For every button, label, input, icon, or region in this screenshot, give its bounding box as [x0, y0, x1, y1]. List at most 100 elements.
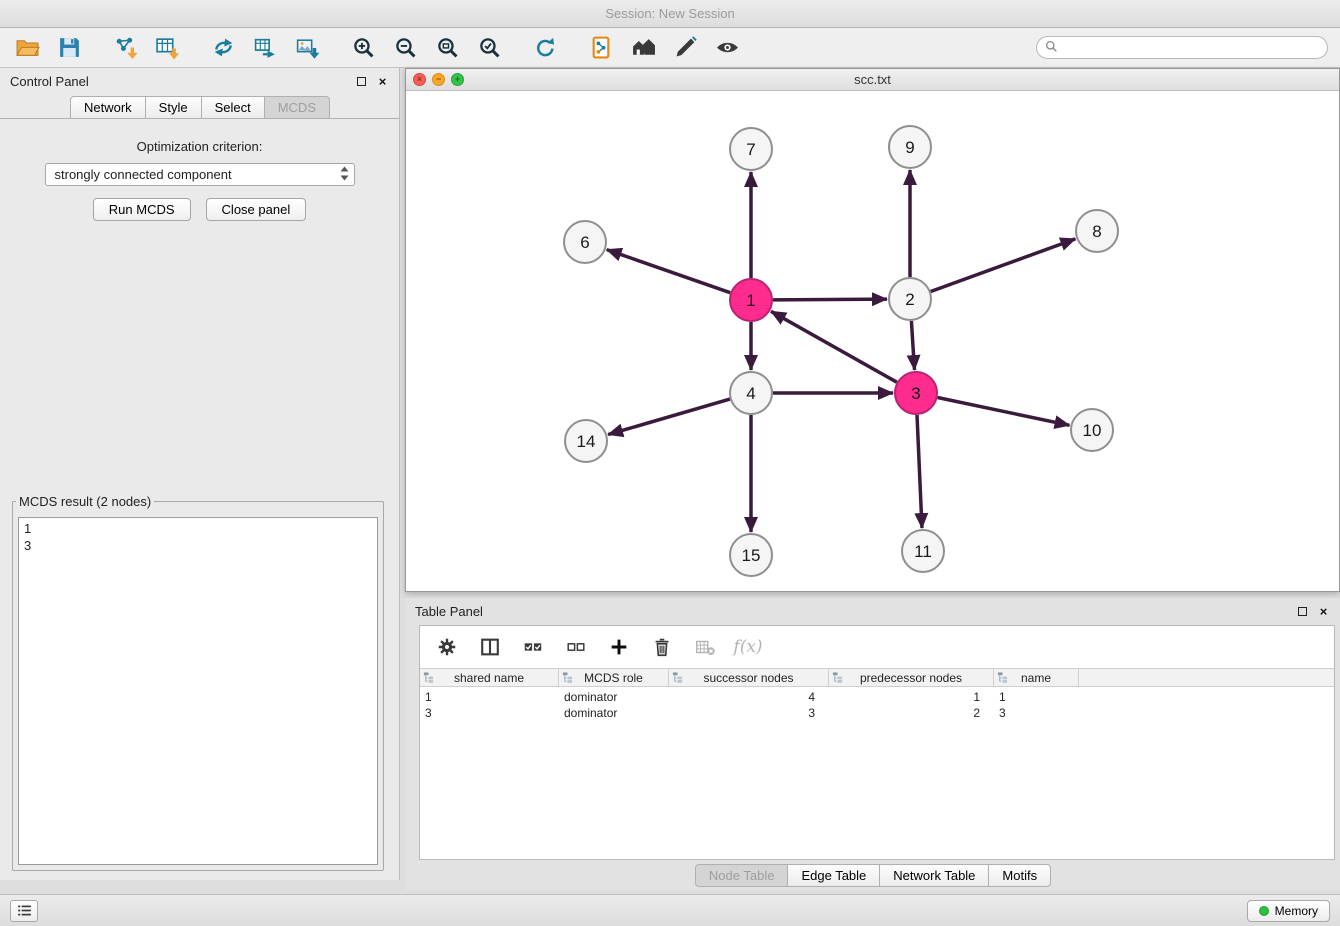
node-table-content: f(x) shared name MCDS rolesuccessor nodes…: [419, 625, 1335, 860]
apply-style-icon[interactable]: [670, 33, 700, 63]
svg-text:15: 15: [742, 546, 761, 565]
main-toolbar: [0, 28, 1340, 68]
node-11[interactable]: 11: [902, 530, 944, 572]
memory-button[interactable]: Memory: [1247, 900, 1330, 922]
node-3[interactable]: 3: [895, 372, 937, 414]
network-view-title: scc.txt: [406, 72, 1339, 87]
float-table-panel-icon[interactable]: [1296, 605, 1309, 618]
zoom-out-icon[interactable]: [390, 33, 420, 63]
select-all-icon[interactable]: [520, 634, 546, 660]
column-tree-icon: [672, 672, 683, 686]
save-session-icon[interactable]: [54, 33, 84, 63]
tab-network[interactable]: Network: [70, 96, 146, 118]
close-table-panel-icon[interactable]: ×: [1317, 605, 1330, 618]
status-bar: Memory: [0, 894, 1340, 926]
delete-row-icon[interactable]: [649, 634, 675, 660]
node-1[interactable]: 1: [730, 279, 772, 321]
column-header-shared-name[interactable]: shared name: [420, 669, 559, 686]
column-header-successor-nodes[interactable]: successor nodes: [669, 669, 829, 686]
deselect-all-icon[interactable]: [563, 634, 589, 660]
network-canvas[interactable]: 7 9 6 8 1 2 4 3 14 10 15 11: [406, 91, 1339, 591]
svg-text:6: 6: [580, 233, 589, 252]
import-network-icon[interactable]: [110, 33, 140, 63]
table-panel-tabs: Node TableEdge TableNetwork TableMotifs: [405, 860, 1340, 890]
column-split-icon[interactable]: [477, 634, 503, 660]
column-tree-icon: [423, 672, 434, 686]
refresh-icon[interactable]: [530, 33, 560, 63]
edge-1-6[interactable]: [607, 250, 731, 293]
table-row[interactable]: 1dominator411: [420, 689, 1334, 705]
table-tab-motifs[interactable]: Motifs: [988, 864, 1051, 887]
search-box[interactable]: [1036, 36, 1328, 59]
import-table-icon[interactable]: [152, 33, 182, 63]
node-4[interactable]: 4: [730, 372, 772, 414]
node-8[interactable]: 8: [1076, 210, 1118, 252]
edge-2-8[interactable]: [931, 239, 1076, 292]
mcds-result-list[interactable]: 1 3: [18, 517, 378, 865]
node-2[interactable]: 2: [889, 278, 931, 320]
memory-label: Memory: [1275, 904, 1318, 918]
run-mcds-button[interactable]: Run MCDS: [93, 198, 191, 221]
criterion-dropdown-value: strongly connected component: [55, 167, 232, 182]
edge-3-10[interactable]: [938, 398, 1070, 426]
zoom-in-icon[interactable]: [348, 33, 378, 63]
function-label: f(x): [733, 637, 762, 657]
edge-2-3[interactable]: [911, 321, 914, 370]
edge-4-14[interactable]: [608, 399, 730, 435]
svg-text:10: 10: [1083, 421, 1102, 440]
edge-3-1[interactable]: [771, 311, 897, 382]
delete-table-icon: [692, 634, 718, 660]
mcds-result-box: MCDS result (2 nodes) 1 3: [12, 494, 384, 871]
table-row[interactable]: 3dominator323: [420, 705, 1334, 721]
column-header-mcds-role[interactable]: MCDS role: [559, 669, 669, 686]
column-header-label: shared name: [454, 671, 524, 685]
table-tab-edge-table[interactable]: Edge Table: [787, 864, 880, 887]
table-tab-node-table[interactable]: Node Table: [695, 864, 789, 887]
node-6[interactable]: 6: [564, 221, 606, 263]
control-panel-header: Control Panel ×: [0, 68, 399, 94]
float-panel-icon[interactable]: [355, 75, 368, 88]
criterion-dropdown[interactable]: strongly connected component: [45, 163, 355, 186]
node-14[interactable]: 14: [565, 420, 607, 462]
node-9[interactable]: 9: [889, 126, 931, 168]
zoom-fit-icon[interactable]: [432, 33, 462, 63]
column-tree-icon: [832, 672, 843, 686]
table-tab-network-table[interactable]: Network Table: [879, 864, 989, 887]
tab-style[interactable]: Style: [145, 96, 202, 118]
table-header-row: shared name MCDS rolesuccessor nodesprede…: [420, 668, 1334, 687]
edge-3-11[interactable]: [917, 415, 922, 528]
column-header-predecessor-nodes[interactable]: predecessor nodes: [829, 669, 994, 686]
window-title: Session: New Session: [605, 6, 734, 21]
export-image-icon[interactable]: [292, 33, 322, 63]
edge-1-2[interactable]: [773, 299, 887, 300]
svg-text:7: 7: [746, 140, 755, 159]
column-header-name[interactable]: name: [994, 669, 1079, 686]
add-row-icon[interactable]: [606, 634, 632, 660]
home-icon[interactable]: [628, 33, 658, 63]
open-session-icon[interactable]: [12, 33, 42, 63]
tab-mcds[interactable]: MCDS: [264, 96, 330, 118]
dropdown-stepper-icon: [338, 165, 351, 185]
show-hide-icon[interactable]: [712, 33, 742, 63]
menu-list-icon[interactable]: [10, 900, 38, 922]
clone-network-icon[interactable]: [250, 33, 280, 63]
tab-select[interactable]: Select: [201, 96, 265, 118]
node-7[interactable]: 7: [730, 128, 772, 170]
network-window-titlebar[interactable]: × − + scc.txt: [406, 69, 1339, 91]
close-panel-button[interactable]: Close panel: [206, 198, 307, 221]
title-bar: Session: New Session: [0, 0, 1340, 28]
zoom-selected-icon[interactable]: [474, 33, 504, 63]
node-10[interactable]: 10: [1071, 409, 1113, 451]
close-window-icon[interactable]: ×: [413, 73, 426, 86]
close-panel-icon[interactable]: ×: [376, 75, 389, 88]
minimize-window-icon[interactable]: −: [432, 73, 445, 86]
svg-text:3: 3: [911, 384, 920, 403]
node-15[interactable]: 15: [730, 534, 772, 576]
table-cell: 1: [829, 690, 994, 704]
search-input[interactable]: [1063, 41, 1319, 55]
table-settings-icon[interactable]: [434, 634, 460, 660]
function-icon: f(x): [735, 634, 761, 660]
zoom-window-icon[interactable]: +: [451, 73, 464, 86]
new-network-icon[interactable]: [208, 33, 238, 63]
network-document-icon[interactable]: [586, 33, 616, 63]
